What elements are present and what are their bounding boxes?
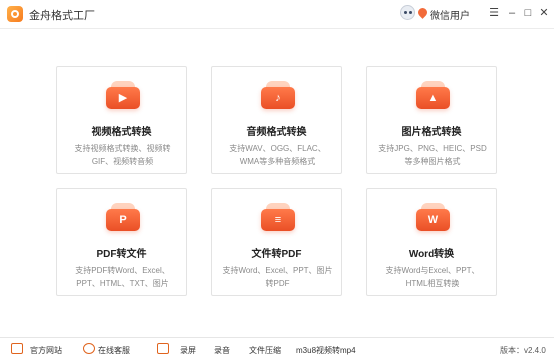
official-website-link[interactable]: 官方网站 <box>30 345 62 356</box>
version-label: 版本：v2.4.0 <box>500 346 546 355</box>
app-title: 金舟格式工厂 <box>29 10 95 22</box>
maximize-button[interactable]: □ <box>520 4 536 22</box>
document-icon: ≡ <box>261 203 295 233</box>
record-screen-link[interactable]: 录屏 <box>180 345 196 356</box>
card-desc: 支持Word、Excel、PPT、图片转PDF <box>222 266 333 288</box>
user-name[interactable]: 微信用户 <box>430 7 470 22</box>
minimize-button[interactable]: – <box>504 4 520 22</box>
card-desc: 支持WAV、OGG、FLAC、WMA等多种音频格式 <box>229 144 326 166</box>
card-title: Word转换 <box>408 249 455 260</box>
menu-button[interactable]: ☰ <box>486 4 502 22</box>
card-file-to-pdf[interactable]: ≡ 文件转PDF 支持Word、Excel、PPT、图片转PDF <box>211 188 342 296</box>
image-icon: ▲ <box>416 81 450 111</box>
vip-heart-icon <box>416 6 429 19</box>
toolbox-icon <box>157 343 169 354</box>
card-video-convert[interactable]: ▶ 视频格式转换 支持视频格式转换、视频转GIF、视频转音频 <box>56 66 187 174</box>
card-word-convert[interactable]: W Word转换 支持Word与Excel、PPT、HTML相互转换 <box>366 188 497 296</box>
card-title: 视频格式转换 <box>91 127 152 138</box>
footer-bar: 官方网站 在线客服 录屏 录音 文件压缩 m3u8视频转mp4 版本：v2.4.… <box>0 337 554 361</box>
card-desc: 支持PDF转Word、Excel、PPT、HTML、TXT、图片 <box>75 266 170 288</box>
record-audio-link[interactable]: 录音 <box>214 345 230 356</box>
headset-icon <box>83 343 95 354</box>
card-image-convert[interactable]: ▲ 图片格式转换 支持JPG、PNG、HEIC、PSD等多种图片格式 <box>366 66 497 174</box>
card-title: 文件转PDF <box>251 249 302 260</box>
close-button[interactable]: ✕ <box>536 4 552 22</box>
user-avatar[interactable] <box>400 5 415 20</box>
m3u8-convert-link[interactable]: m3u8视频转mp4 <box>296 345 356 356</box>
file-compress-link[interactable]: 文件压缩 <box>249 345 281 356</box>
card-pdf-to-file[interactable]: P PDF转文件 支持PDF转Word、Excel、PPT、HTML、TXT、图… <box>56 188 187 296</box>
monitor-icon <box>11 343 23 354</box>
card-audio-convert[interactable]: ♪ 音频格式转换 支持WAV、OGG、FLAC、WMA等多种音频格式 <box>211 66 342 174</box>
card-desc: 支持JPG、PNG、HEIC、PSD等多种图片格式 <box>378 144 487 166</box>
card-desc: 支持视频格式转换、视频转GIF、视频转音频 <box>74 144 171 166</box>
card-title: PDF转文件 <box>96 249 147 260</box>
card-title: 音频格式转换 <box>246 127 307 138</box>
word-icon: W <box>416 203 450 233</box>
title-bar: 金舟格式工厂 微信用户 ☰ – □ ✕ <box>0 0 554 29</box>
online-service-link[interactable]: 在线客服 <box>98 345 130 356</box>
app-logo-icon <box>7 6 23 22</box>
pdf-icon: P <box>106 203 140 233</box>
audio-icon: ♪ <box>261 81 295 111</box>
video-icon: ▶ <box>106 81 140 111</box>
card-title: 图片格式转换 <box>401 127 462 138</box>
card-desc: 支持Word与Excel、PPT、HTML相互转换 <box>385 266 480 288</box>
